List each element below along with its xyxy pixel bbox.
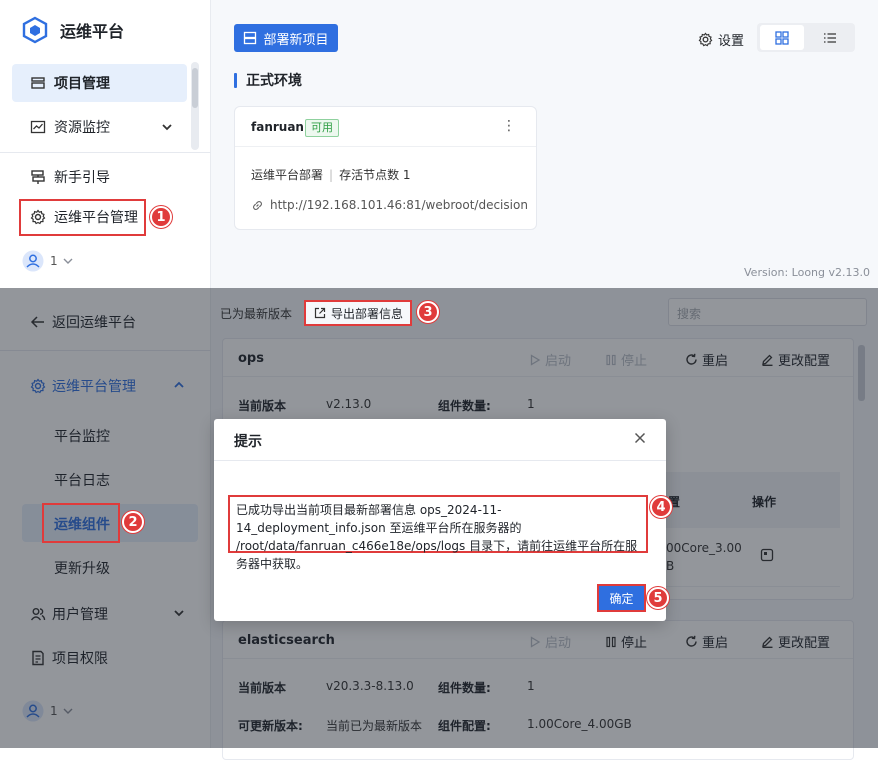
export-label: 导出部署信息 [331,306,404,321]
prompt-dialog: 提示 已成功导出当前项目最新部署信息 ops_2024-11-14_deploy… [214,419,666,621]
list-view-button[interactable] [808,25,852,50]
signpost-icon [30,169,46,185]
gear-icon [698,32,713,47]
server-icon [243,31,257,45]
grid-icon [775,30,789,45]
export-icon [314,307,326,319]
project-card[interactable]: fanruan1 可用 ⋮ 运维平台部署 | 存活节点数 1 http://192.… [234,106,537,230]
logo-cube-icon [21,16,49,44]
top-sidebar: 运维平台 项目管理 资源监控 新手引导 运维平台管理 1 [0,0,211,288]
chevron-down-icon [62,255,74,267]
chart-line-icon [30,119,46,135]
deploy-new-project-button[interactable]: 部署新项目 [234,24,338,52]
version-text: Version: Loong v2.13.0 [744,266,870,279]
sidebar-item-guide[interactable]: 新手引导 [12,158,187,196]
step-badge-4: 4 [650,496,672,518]
confirm-button[interactable]: 确定 [597,584,646,612]
sidebar-item-project-management[interactable]: 项目管理 [12,64,187,102]
app-title: 运维平台 [60,22,125,41]
deploy-button-label: 部署新项目 [263,32,329,48]
dialog-message: 已成功导出当前项目最新部署信息 ops_2024-11-14_deploymen… [228,495,648,571]
link-icon [251,199,264,212]
avatar [22,250,44,272]
highlight-box-platform-management [19,199,146,236]
close-icon[interactable] [634,432,646,444]
alive-nodes: 存活节点数 1 [339,168,411,182]
step-badge-3: 3 [417,301,439,323]
dialog-header: 提示 [214,419,666,461]
highlight-box-ops-components [42,503,120,543]
chevron-down-icon [161,121,173,133]
env-title-label: 正式环境 [246,73,302,89]
env-title: 正式环境 [234,70,302,90]
divider [0,152,211,153]
top-screen: 运维平台 项目管理 资源监控 新手引导 运维平台管理 1 部署新项目 设置 正式… [0,0,878,288]
user-menu[interactable]: 1 [22,250,74,272]
view-toggle [757,23,855,52]
dialog-title: 提示 [234,434,262,450]
user-label: 1 [50,254,58,268]
project-name: fanruan1 [251,120,313,134]
url-text: http://192.168.101.46:81/webroot/decisio… [270,198,528,212]
settings-button[interactable]: 设置 [698,30,744,49]
step-badge-5: 5 [647,587,669,609]
step-badge-1: 1 [150,206,172,228]
more-icon[interactable]: ⋮ [502,118,516,134]
sidebar-item-label: 项目管理 [54,76,110,92]
export-deploy-info-highlight[interactable]: 导出部署信息 [304,300,412,326]
sidebar-scrollbar-thumb[interactable] [192,68,198,108]
settings-label: 设置 [718,34,745,49]
sidebar-item-label: 资源监控 [54,120,110,136]
step-badge-2: 2 [122,511,144,533]
grid-view-button[interactable] [760,25,804,50]
status-badge: 可用 [305,119,339,137]
card-info: 运维平台部署 | 存活节点数 1 [251,166,411,183]
sidebar-item-label: 新手引导 [54,170,110,186]
list-icon [823,31,837,45]
separator: | [329,168,334,182]
deploy-type: 运维平台部署 [251,168,324,182]
card-header: fanruan1 可用 ⋮ [235,107,536,147]
project-url[interactable]: http://192.168.101.46:81/webroot/decisio… [251,198,528,212]
env-title-bar [234,72,237,88]
layers-icon [30,75,46,91]
sidebar-item-resource-monitor[interactable]: 资源监控 [12,108,187,146]
